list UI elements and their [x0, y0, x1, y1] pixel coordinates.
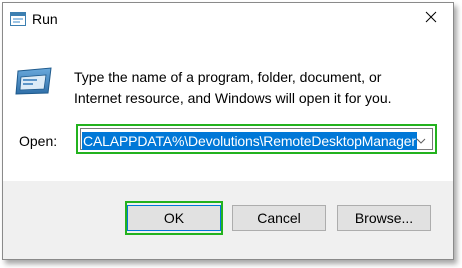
instruction-text: Type the name of a program, folder, docu…	[74, 69, 392, 106]
open-input-value: CALAPPDATA%\Devolutions\RemoteDesktopMan…	[82, 132, 417, 150]
cancel-button[interactable]: Cancel	[232, 205, 326, 231]
window-title: Run	[32, 11, 58, 27]
run-icon	[10, 12, 26, 26]
title-bar[interactable]: Run	[3, 3, 453, 35]
close-button[interactable]	[409, 3, 453, 35]
open-combobox[interactable]: CALAPPDATA%\Devolutions\RemoteDesktopMan…	[76, 124, 437, 154]
dialog-body: Type the name of a program, folder, docu…	[3, 35, 453, 181]
ok-highlight: OK	[125, 201, 223, 235]
button-bar: OK Cancel Browse...	[3, 181, 453, 259]
browse-button[interactable]: Browse...	[337, 205, 431, 231]
close-icon	[425, 10, 437, 28]
chevron-down-icon[interactable]	[412, 131, 430, 151]
open-label: Open:	[19, 133, 58, 149]
open-input[interactable]: CALAPPDATA%\Devolutions\RemoteDesktopMan…	[80, 128, 433, 150]
run-dialog: Run Type the name of a program, folder, …	[2, 2, 454, 260]
ok-button[interactable]: OK	[127, 205, 221, 231]
run-program-icon	[15, 65, 55, 97]
